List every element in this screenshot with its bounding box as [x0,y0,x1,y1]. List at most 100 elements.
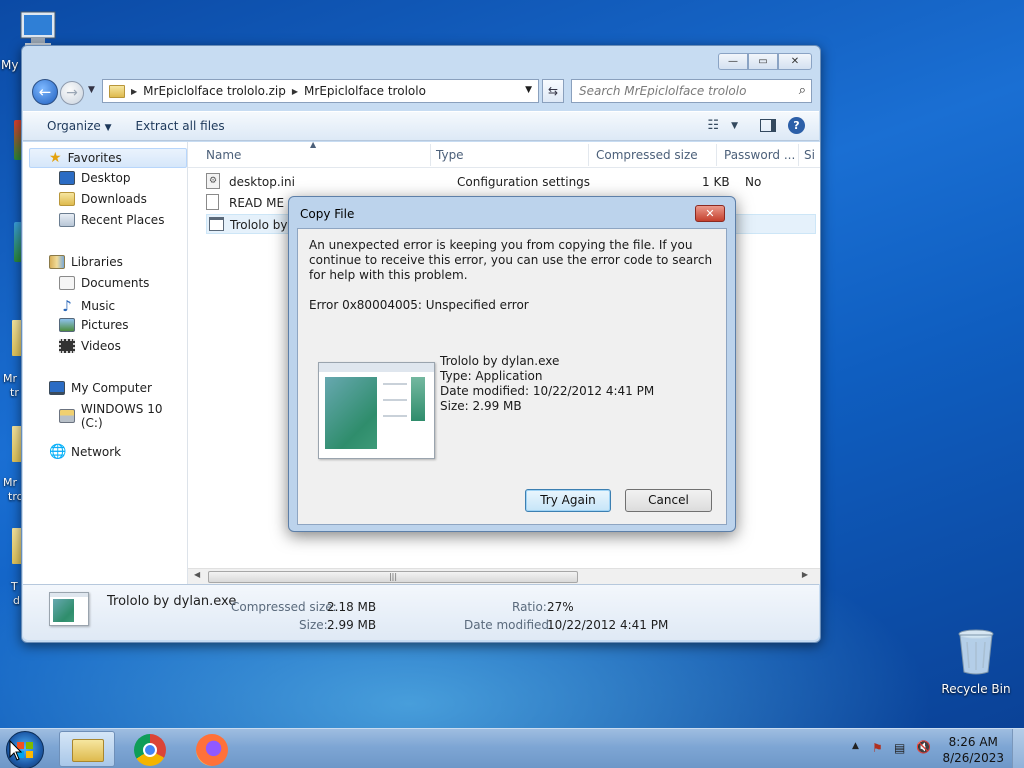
column-size[interactable]: Si [804,148,815,162]
close-button[interactable]: ✕ [778,53,812,70]
breadcrumb-item[interactable]: MrEpiclolface trololo.zip [143,84,286,98]
desktop-icon-label: tr [10,386,19,399]
chevron-down-icon[interactable]: ▼ [525,85,532,95]
file-compressed-size: 1 KB [702,175,730,189]
breadcrumb-separator-icon[interactable]: ▶ [131,87,137,96]
details-compressed-label: Compressed size: [231,600,337,614]
column-divider[interactable] [588,144,589,166]
desktop-icon-recycle-bin[interactable]: Recycle Bin [940,628,1012,700]
column-name[interactable]: Name [206,148,241,162]
file-info-name: Trololo by dylan.exe [440,354,560,368]
organize-label: Organize [47,119,101,133]
libraries-icon [49,255,65,269]
taskbar-firefox[interactable] [185,731,241,767]
clock[interactable]: 8:26 AM 8/26/2023 [942,734,1004,766]
maximize-icon: ▭ [758,56,768,67]
horizontal-scrollbar[interactable]: ◀ ||| ▶ [188,568,820,584]
nav-label: WINDOWS 10 (C:) [80,402,163,430]
navigation-bar: ← → ▼ ▶ MrEpiclolface trololo.zip ▶ MrEp… [30,77,812,107]
column-divider[interactable] [716,144,717,166]
minimize-button[interactable]: — [718,53,748,70]
organize-menu[interactable]: Organize ▼ [47,119,112,133]
minimize-icon: — [728,56,738,67]
close-icon: ✕ [790,56,800,67]
desktop-icon-label: Mr [3,476,18,489]
nav-downloads[interactable]: Downloads [59,192,147,206]
try-again-button[interactable]: Try Again [525,489,611,512]
nav-libraries[interactable]: Libraries [49,255,123,269]
sort-arrow-icon: ▲ [310,140,317,149]
back-button[interactable]: ← [32,79,58,105]
recycle-bin-label: Recycle Bin [941,682,1011,696]
scrollbar-thumb[interactable]: ||| [208,571,578,583]
nav-desktop[interactable]: Desktop [59,171,131,185]
column-type[interactable]: Type [436,148,464,162]
show-desktop-button[interactable] [1012,729,1024,768]
column-divider[interactable] [798,144,799,166]
nav-label: Downloads [81,192,147,206]
file-info-modified: Date modified: 10/22/2012 4:41 PM [440,384,655,398]
nav-favorites-label: Favorites [67,151,122,165]
maximize-button[interactable]: ▭ [748,53,778,70]
refresh-button[interactable]: ⇆ [542,79,564,103]
file-name: desktop.ini [229,175,295,189]
desktop-icon-label: d [13,594,20,607]
videos-icon [59,339,75,353]
star-icon: ★ [49,150,62,166]
change-view-icon[interactable]: ☷ [707,118,719,133]
dialog-title: Copy File [300,207,355,221]
close-icon: ✕ [705,207,715,220]
system-tray: ▲ ⚑ ▤ 🔇 8:26 AM 8/26/2023 [834,729,1024,768]
extract-all-button[interactable]: Extract all files [136,119,225,133]
chrome-icon [134,734,166,766]
taskbar-chrome[interactable] [123,731,179,767]
desktop-icon [59,171,75,185]
cancel-button[interactable]: Cancel [625,489,712,512]
chevron-down-icon: ▼ [104,123,112,133]
nav-label: My Computer [71,381,152,395]
nav-music[interactable]: ♪ Music [59,297,115,315]
details-modified-label: Date modified: [464,618,554,632]
show-hidden-icons-icon[interactable]: ▲ [852,741,859,751]
preview-pane-icon[interactable] [760,119,776,132]
breadcrumb-separator-icon[interactable]: ▶ [292,87,298,96]
chevron-down-icon[interactable]: ▼ [731,121,738,131]
forward-button[interactable]: → [60,81,84,105]
dialog-close-button[interactable]: ✕ [695,205,725,222]
search-placeholder: Search MrEpiclolface trololo [579,84,747,98]
taskbar-explorer[interactable] [59,731,115,767]
nav-favorites[interactable]: ★ Favorites [49,150,122,166]
file-row[interactable]: ⚙ desktop.ini Configuration settings 1 K… [202,172,818,192]
column-compressed-size[interactable]: Compressed size [596,148,698,162]
nav-documents[interactable]: Documents [59,276,149,290]
column-password[interactable]: Password ... [724,148,795,162]
search-input[interactable]: Search MrEpiclolface trololo ⌕ [571,79,812,103]
details-ratio-value: 27% [547,600,574,614]
volume-muted-icon[interactable]: 🔇 [916,740,931,754]
nav-drive-c[interactable]: WINDOWS 10 (C:) [59,402,187,430]
copy-file-dialog: Copy File ✕ An unexpected error is keepi… [288,196,736,532]
history-dropdown-icon[interactable]: ▼ [88,85,95,95]
application-file-icon [209,217,224,231]
help-icon[interactable]: ? [788,117,805,134]
nav-network[interactable]: 🌐 Network [49,444,121,460]
nav-recent-places[interactable]: Recent Places [59,213,164,227]
column-divider[interactable] [430,144,431,166]
recycle-bin-icon [958,629,994,675]
search-icon[interactable]: ⌕ [799,80,806,102]
breadcrumb-item[interactable]: MrEpiclolface trololo [304,84,426,98]
nav-my-computer[interactable]: My Computer [49,381,152,395]
downloads-icon [59,192,75,206]
action-center-icon[interactable]: ⚑ [872,741,883,755]
nav-videos[interactable]: Videos [59,339,121,353]
network-status-icon[interactable]: ▤ [894,741,905,755]
scroll-left-icon[interactable]: ◀ [194,570,200,579]
scroll-right-icon[interactable]: ▶ [802,570,808,579]
nav-pictures[interactable]: Pictures [59,318,129,332]
desktop-icon-label: Mr [3,372,18,385]
view-controls: ☷ ▼ ? [707,117,805,134]
column-headers: Name ▲ Type Compressed size Password ...… [188,140,820,168]
nav-label: Videos [81,339,121,353]
arrow-left-icon: ← [38,83,52,101]
address-bar[interactable]: ▶ MrEpiclolface trololo.zip ▶ MrEpiclolf… [102,79,539,103]
